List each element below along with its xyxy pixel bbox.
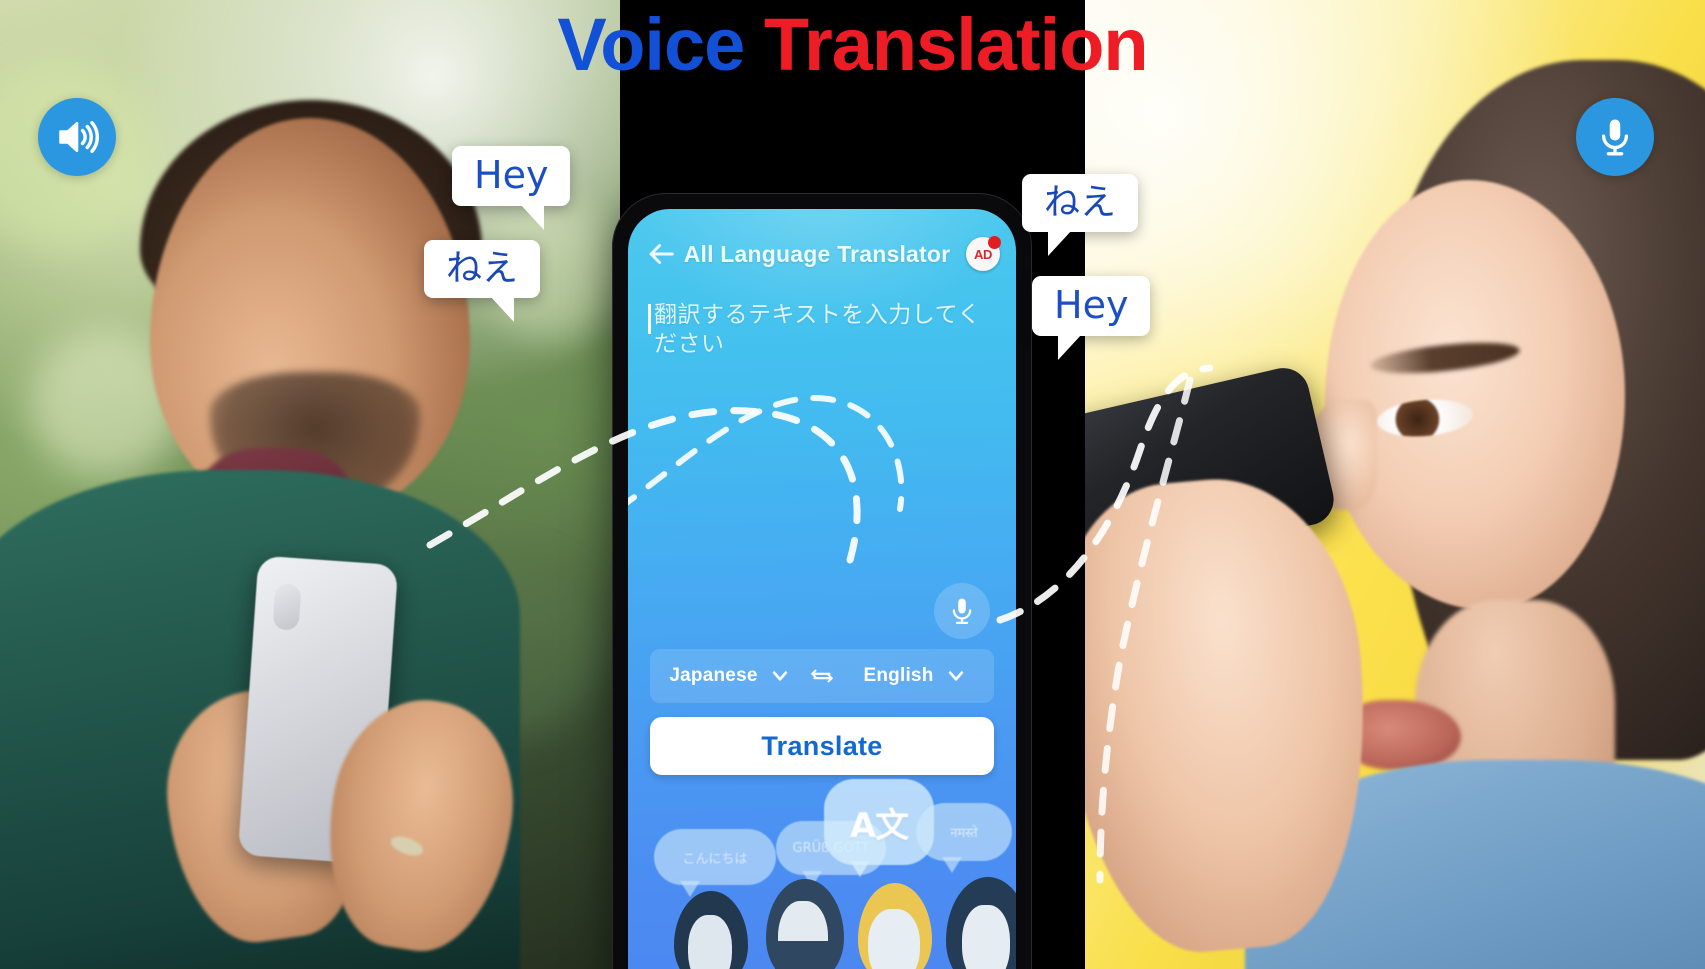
avatar-face: [962, 905, 1010, 969]
speech-bubble-text: Hey: [474, 153, 549, 197]
chevron-down-icon: [770, 666, 790, 686]
input-placeholder: 翻訳するテキストを入力してください: [654, 302, 981, 357]
swap-arrows-icon[interactable]: [809, 663, 835, 689]
translate-button[interactable]: Translate: [650, 717, 994, 775]
phone-camera-bump: [272, 583, 302, 631]
translate-glyph-text: A文: [849, 805, 909, 846]
promo-banner: All Language Translator AD 翻訳するテキストを入力して…: [0, 0, 1705, 969]
bottom-illustration: こんにちは GRÜß GOTT A文 नमस्ते: [628, 773, 1016, 969]
app-bar: All Language Translator AD: [628, 225, 1016, 283]
target-language-label: English: [863, 665, 934, 686]
speaker-button[interactable]: [38, 98, 116, 176]
avatar-face: [688, 915, 732, 969]
title-word-translation: Translation: [763, 3, 1149, 86]
illustration-bubble-text: こんにちは: [682, 851, 748, 867]
voice-input-mic-button[interactable]: [934, 583, 990, 639]
phone-bezel: All Language Translator AD 翻訳するテキストを入力して…: [612, 193, 1032, 969]
text-cursor: [648, 304, 651, 334]
target-language-dropdown[interactable]: English: [835, 665, 994, 687]
speech-bubble-text: Hey: [1054, 283, 1129, 327]
speaker-volume-icon: [59, 120, 99, 154]
translator-phone: All Language Translator AD 翻訳するテキストを入力して…: [560, 193, 1080, 969]
avatar-beard: [774, 941, 832, 969]
woman-face: [1325, 180, 1625, 610]
app-title: All Language Translator: [683, 240, 951, 267]
speech-bubble-text: ねえ: [446, 248, 519, 289]
speech-bubble-right-nee: ねえ: [1022, 174, 1139, 256]
illustration-bubble-text: नमस्ते: [950, 826, 978, 841]
avatar-face: [868, 909, 920, 969]
microphone-button[interactable]: [1576, 98, 1654, 176]
ad-badge[interactable]: AD: [966, 236, 1001, 271]
illustration-bubble: नमस्ते: [916, 803, 1012, 873]
speech-bubble-text: ねえ: [1044, 182, 1117, 223]
phone-screen: All Language Translator AD 翻訳するテキストを入力して…: [628, 209, 1016, 969]
microphone-icon: [1601, 119, 1629, 156]
speech-bubble-left-nee: ねえ: [424, 240, 541, 322]
translate-button-label: Translate: [761, 730, 883, 761]
chevron-down-icon: [946, 666, 966, 686]
title-word-voice: Voice: [557, 3, 745, 86]
page-title: Voice Translation: [0, 6, 1705, 84]
source-language-dropdown[interactable]: Japanese: [650, 665, 809, 687]
language-selector-bar: Japanese English: [650, 649, 994, 703]
ad-badge-label: AD: [974, 246, 992, 262]
illustration-bubble: こんにちは: [654, 829, 776, 897]
speech-bubble-right-hey: Hey: [1032, 276, 1151, 360]
speech-bubble-left-hey: Hey: [452, 146, 571, 230]
ad-notification-dot: [988, 236, 1001, 249]
source-language-label: Japanese: [669, 665, 758, 686]
